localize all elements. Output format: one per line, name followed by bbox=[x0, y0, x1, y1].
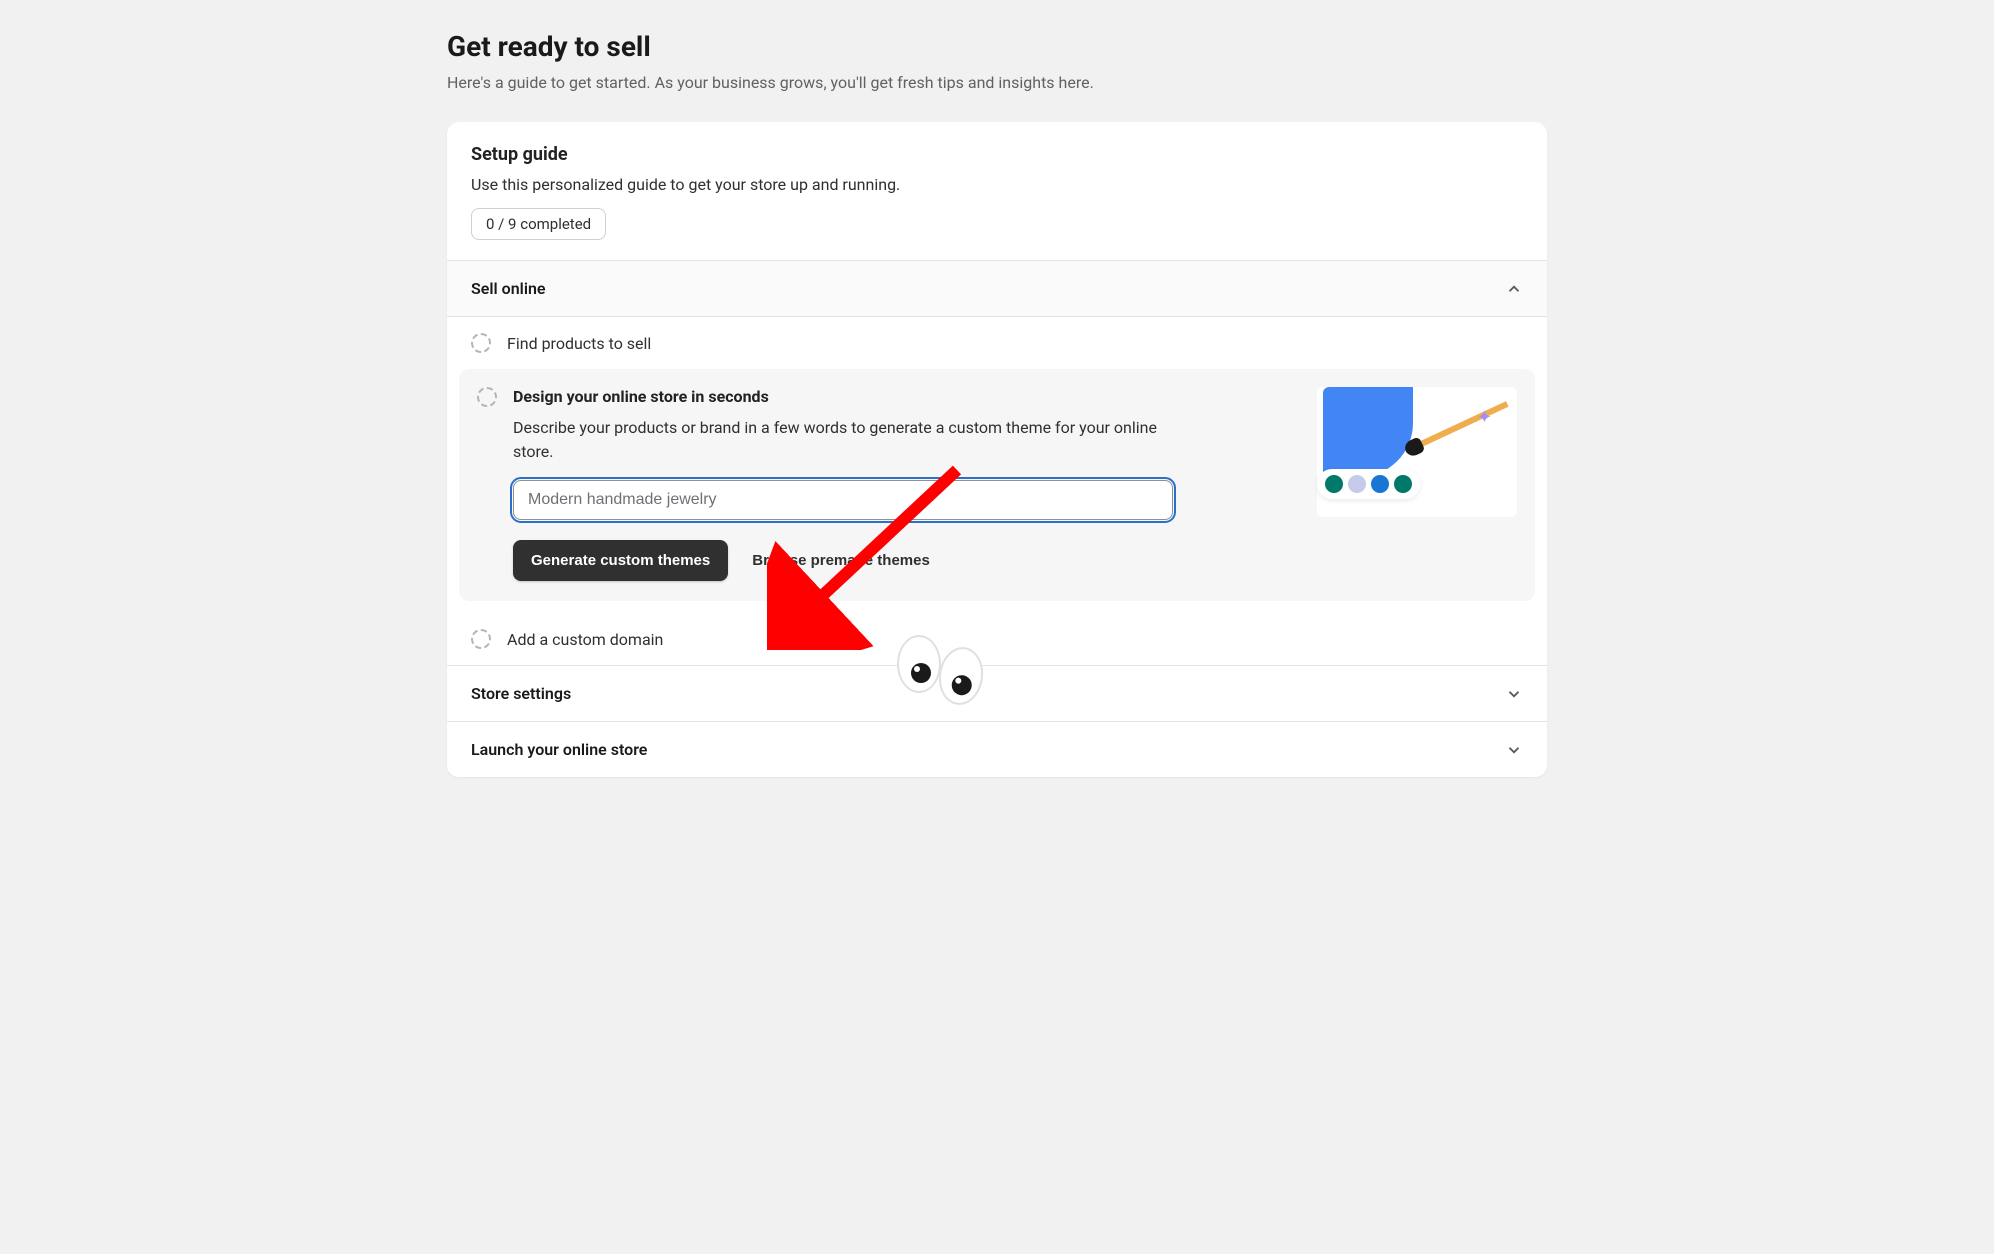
section-label: Launch your online store bbox=[471, 740, 647, 759]
setup-guide-card: Setup guide Use this personalized guide … bbox=[447, 122, 1547, 777]
chevron-down-icon bbox=[1505, 685, 1523, 703]
guide-description: Use this personalized guide to get your … bbox=[471, 175, 1523, 194]
guide-title: Setup guide bbox=[471, 144, 1523, 165]
task-status-icon bbox=[471, 629, 491, 649]
page-subtitle: Here's a guide to get started. As your b… bbox=[447, 73, 1547, 92]
chevron-up-icon bbox=[1505, 280, 1523, 298]
section-launch-store[interactable]: Launch your online store bbox=[447, 721, 1547, 777]
browse-themes-button[interactable]: Browse premade themes bbox=[752, 552, 930, 569]
task-custom-domain[interactable]: Add a custom domain bbox=[447, 613, 1547, 665]
theme-illustration: ✦ bbox=[1317, 387, 1517, 517]
generate-themes-button[interactable]: Generate custom themes bbox=[513, 540, 728, 581]
section-label: Store settings bbox=[471, 684, 571, 703]
task-title: Design your online store in seconds bbox=[513, 387, 1297, 406]
color-palette bbox=[1317, 469, 1420, 499]
task-status-icon bbox=[477, 387, 497, 407]
tasks-list: Find products to sell Design your online… bbox=[447, 316, 1547, 665]
page-title: Get ready to sell bbox=[447, 30, 1547, 63]
section-label: Sell online bbox=[471, 279, 546, 298]
theme-description-input[interactable] bbox=[513, 480, 1173, 520]
task-find-products[interactable]: Find products to sell bbox=[447, 317, 1547, 369]
section-store-settings[interactable]: Store settings bbox=[447, 665, 1547, 721]
task-status-icon bbox=[471, 333, 491, 353]
task-label: Find products to sell bbox=[507, 334, 651, 353]
task-label: Add a custom domain bbox=[507, 630, 663, 649]
section-sell-online[interactable]: Sell online bbox=[447, 260, 1547, 316]
progress-badge: 0 / 9 completed bbox=[471, 208, 606, 240]
chevron-down-icon bbox=[1505, 741, 1523, 759]
task-design-store: Design your online store in seconds Desc… bbox=[459, 369, 1535, 601]
eyes-emoji-annotation bbox=[897, 635, 983, 697]
task-description: Describe your products or brand in a few… bbox=[513, 416, 1173, 464]
